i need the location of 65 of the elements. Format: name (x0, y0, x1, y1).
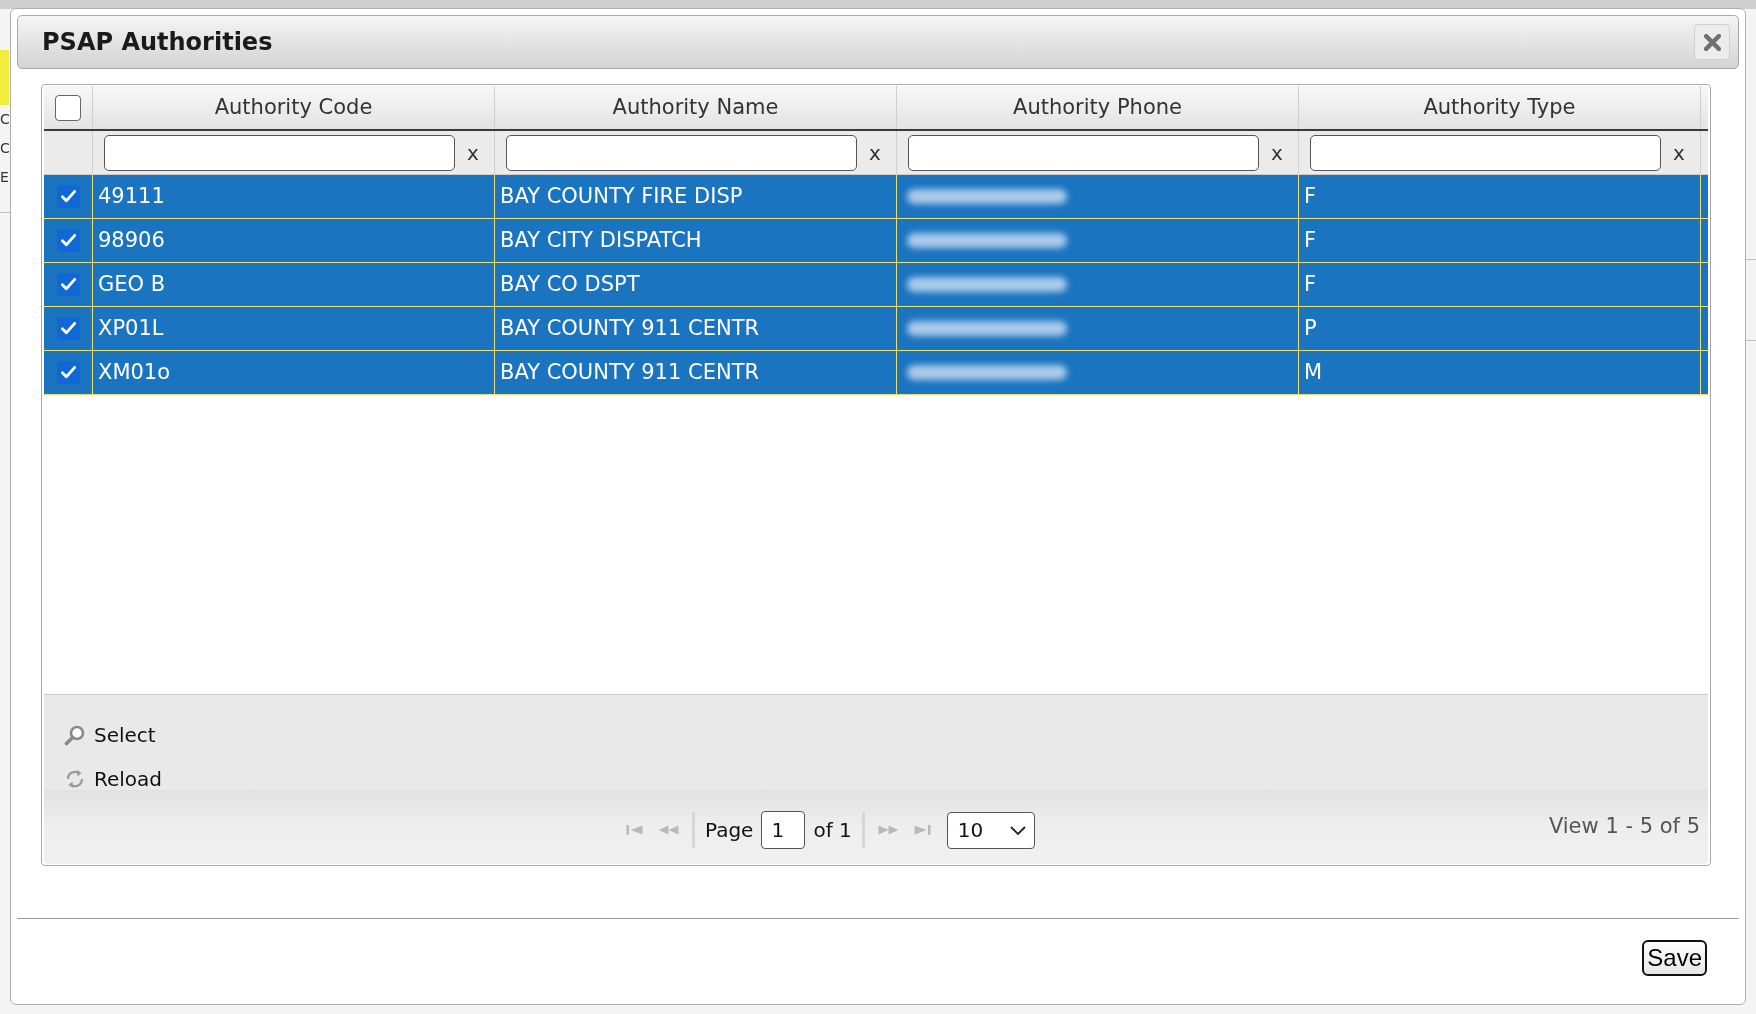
table-cell: F (1299, 175, 1701, 218)
checkbox[interactable] (56, 185, 80, 208)
page-size-select[interactable]: 10 (946, 811, 1035, 849)
table-cell: F (1299, 263, 1701, 306)
table-cell: P (1299, 307, 1701, 350)
search-icon (64, 724, 86, 746)
table-cell: F (1299, 219, 1701, 262)
last-page-icon (914, 824, 932, 836)
column-header[interactable]: Authority Name (495, 86, 897, 129)
table-cell: 98906 (93, 219, 495, 262)
table-cell: BAY COUNTY 911 CENTR (495, 307, 897, 350)
checkbox[interactable] (56, 273, 80, 296)
table-row[interactable]: 98906 BAY CITY DISPATCH F (44, 219, 1708, 263)
check-icon (60, 190, 76, 203)
background-text: C (0, 139, 10, 158)
table-row[interactable]: XM01o BAY COUNTY 911 CENTR M (44, 351, 1708, 395)
table-cell: BAY CITY DISPATCH (495, 219, 897, 262)
highlight-mark (0, 50, 9, 105)
table-cell: M (1299, 351, 1701, 394)
first-page-icon (625, 824, 643, 836)
table-cell: BAY COUNTY 911 CENTR (495, 351, 897, 394)
dialog-title: PSAP Authorities (42, 27, 273, 58)
toolbar-button[interactable]: Select (64, 721, 156, 749)
table-cell: 49111 (93, 175, 495, 218)
record-count: View 1 - 5 of 5 (1548, 813, 1701, 841)
table-cell: XP01L (93, 307, 495, 350)
clear-filter-button[interactable]: x (867, 142, 883, 163)
background-text: C (0, 110, 10, 129)
table-cell: XM01o (93, 351, 495, 394)
clear-filter-button[interactable]: x (465, 142, 481, 163)
table-row[interactable]: GEO B BAY CO DSPT F (44, 263, 1708, 307)
page-total: of 1 (813, 817, 852, 844)
toolbar-button[interactable]: Reload (64, 765, 163, 793)
checkbox[interactable] (56, 229, 80, 252)
column-header[interactable]: Authority Code (93, 86, 495, 129)
next-page-icon (878, 824, 900, 836)
background-text: E (0, 168, 10, 187)
table-cell: BAY CO DSPT (495, 263, 897, 306)
filter-field[interactable] (1310, 134, 1661, 171)
filter-field[interactable] (104, 134, 455, 171)
chevron-down-icon (1009, 825, 1026, 835)
clear-filter-button[interactable]: x (1269, 142, 1285, 163)
check-icon (60, 322, 76, 335)
check-icon (60, 278, 76, 291)
save-button[interactable]: Save (1642, 940, 1707, 976)
clear-filter-button[interactable]: x (1671, 142, 1687, 163)
close-icon (1703, 33, 1721, 51)
column-header[interactable]: Authority Type (1299, 86, 1701, 129)
table-row[interactable]: 49111 BAY COUNTY FIRE DISP F (44, 175, 1708, 219)
column-header[interactable]: Authority Phone (897, 86, 1299, 129)
filter-field[interactable] (506, 134, 857, 171)
checkbox[interactable] (56, 317, 80, 340)
table-cell: GEO B (93, 263, 495, 306)
page-field[interactable]: 1 (761, 811, 806, 849)
filter-field[interactable] (908, 134, 1259, 171)
check-icon (60, 366, 76, 379)
previous-page-icon (657, 824, 679, 836)
close-button[interactable] (1694, 24, 1730, 60)
table-row[interactable]: XP01L BAY COUNTY 911 CENTR P (44, 307, 1708, 351)
page-label: Page (705, 817, 754, 844)
check-icon (60, 234, 76, 247)
table-cell: BAY COUNTY FIRE DISP (495, 175, 897, 218)
reload-icon (64, 768, 86, 790)
checkbox[interactable] (55, 94, 81, 121)
checkbox[interactable] (56, 361, 80, 384)
